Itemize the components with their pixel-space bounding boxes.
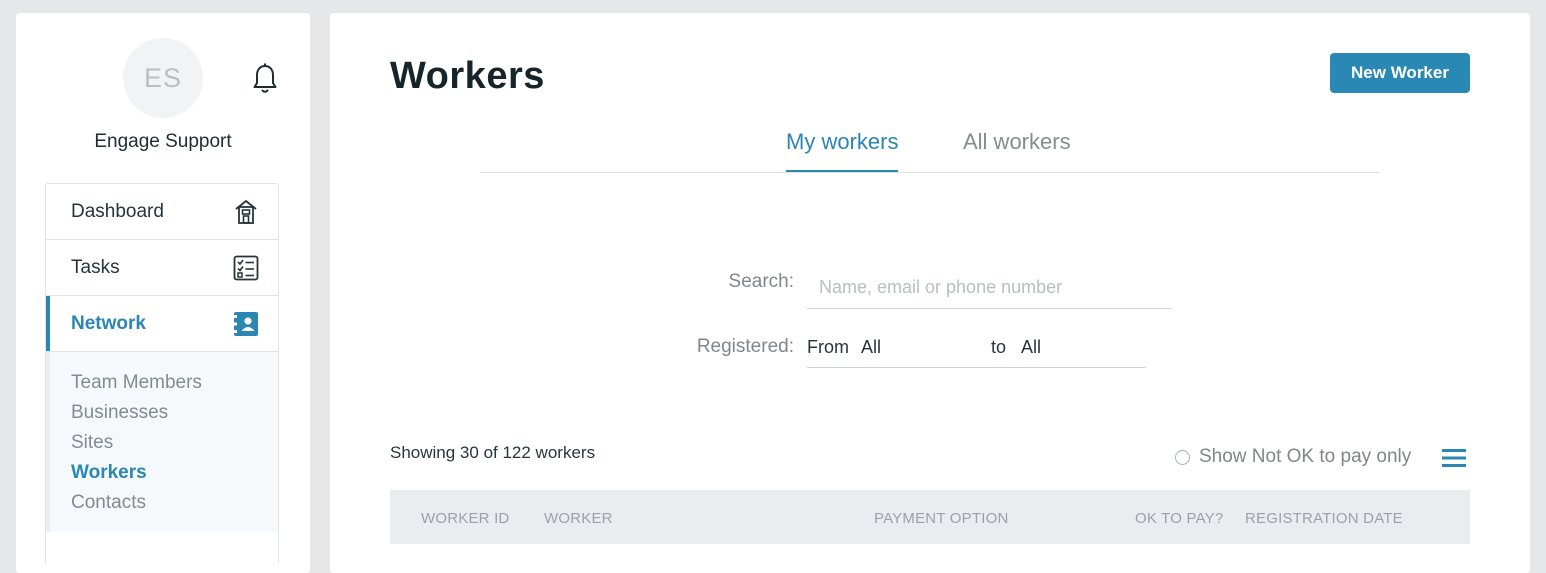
column-header-payment-option[interactable]: PAYMENT OPTION (874, 510, 1008, 527)
worker-tabs: My workers All workers (480, 123, 1380, 173)
registered-label: Registered: (696, 336, 794, 357)
page-title: Workers (390, 55, 545, 97)
results-count: Showing 30 of 122 workers (390, 443, 596, 462)
registered-date-range: From All to All (807, 331, 1146, 368)
tab-my-workers[interactable]: My workers (786, 129, 899, 172)
to-date-select[interactable]: All (1021, 337, 1041, 358)
table-header: WORKER ID WORKER PAYMENT OPTION OK TO PA… (390, 490, 1470, 544)
radio-icon[interactable] (1175, 449, 1190, 465)
sidebar-nav: Dashboard Tasks Network Team Members Bus… (45, 183, 279, 563)
new-worker-button[interactable]: New Worker (1330, 53, 1470, 93)
network-subnav: Team Members Businesses Sites Workers Co… (46, 352, 278, 532)
sidebar-item-tasks[interactable]: Tasks (46, 240, 278, 296)
menu-icon[interactable] (1442, 447, 1466, 469)
subnav-item-workers[interactable]: Workers (71, 458, 278, 488)
show-not-ok-label: Show Not OK to pay only (1199, 446, 1412, 467)
search-input[interactable] (807, 267, 1172, 309)
column-header-ok-to-pay[interactable]: OK TO PAY? (1135, 510, 1223, 527)
show-not-ok-toggle[interactable]: Show Not OK to pay only (1175, 446, 1411, 468)
user-name: Engage Support (94, 131, 232, 152)
sidebar-item-label: Tasks (71, 256, 120, 278)
subnav-item-contacts[interactable]: Contacts (71, 488, 278, 518)
column-header-worker-id[interactable]: WORKER ID (421, 510, 509, 527)
checklist-icon (233, 255, 259, 281)
avatar[interactable]: ES (123, 38, 203, 118)
tab-all-workers[interactable]: All workers (963, 129, 1071, 172)
column-header-worker[interactable]: WORKER (544, 510, 613, 527)
from-label: From (807, 337, 849, 357)
subnav-item-businesses[interactable]: Businesses (71, 398, 278, 428)
sidebar-item-dashboard[interactable]: Dashboard (46, 184, 278, 240)
column-header-registration-date[interactable]: REGISTRATION DATE (1245, 510, 1403, 527)
sidebar: ES Engage Support Dashboard Tasks Networ… (16, 13, 310, 573)
sidebar-item-label: Network (71, 312, 146, 334)
bell-icon[interactable] (252, 63, 278, 95)
subnav-item-sites[interactable]: Sites (71, 428, 278, 458)
building-icon (235, 200, 257, 224)
from-date-select[interactable]: All (861, 337, 881, 358)
sidebar-item-label: Dashboard (71, 200, 164, 222)
contact-card-icon (234, 312, 258, 336)
search-label: Search: (728, 271, 794, 292)
main-panel: Workers New Worker My workers All worker… (330, 13, 1530, 573)
to-label: to (991, 337, 1007, 357)
sidebar-item-network[interactable]: Network (46, 296, 278, 352)
subnav-item-team-members[interactable]: Team Members (71, 368, 278, 398)
